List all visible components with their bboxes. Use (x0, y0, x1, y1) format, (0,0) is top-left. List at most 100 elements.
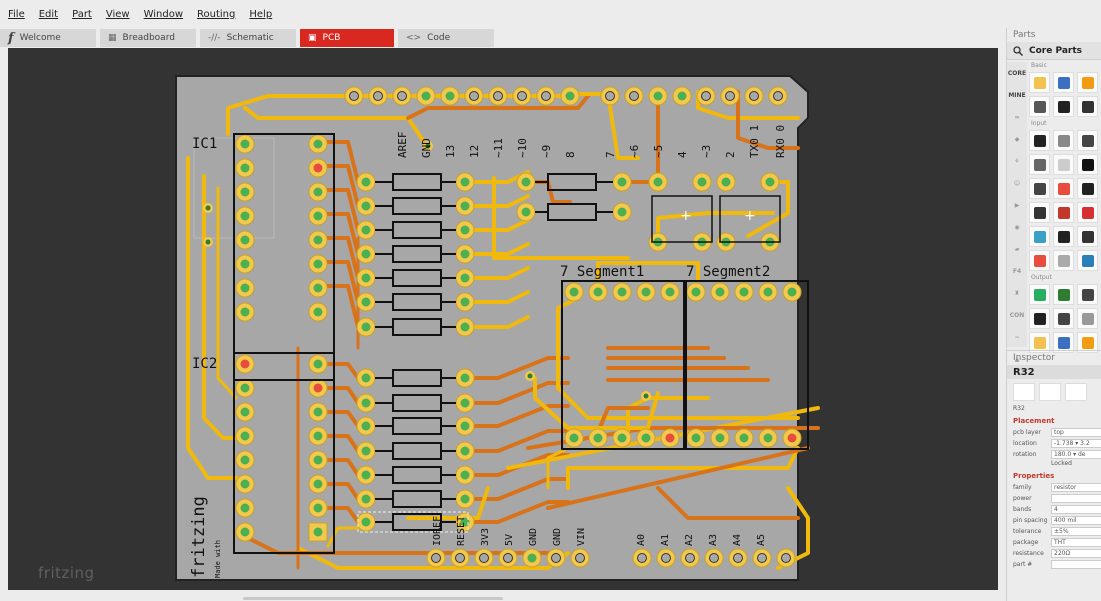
menu-view[interactable]: View (106, 9, 130, 20)
part-glyph (1033, 134, 1046, 147)
part-thumbnail-icon[interactable] (1077, 226, 1098, 247)
tab-pcb[interactable]: ▣ PCB (300, 29, 394, 47)
property-value-field[interactable]: resistor (1051, 483, 1101, 492)
part-thumbnail-icon[interactable] (1029, 250, 1050, 271)
pad-hole (240, 211, 250, 221)
part-thumbnail-icon[interactable] (1029, 284, 1050, 305)
property-value-field[interactable]: -1.738 ▾ 3.2 (1051, 439, 1101, 448)
part-thumbnail-icon[interactable] (1077, 250, 1098, 271)
property-key: location (1013, 440, 1037, 447)
menu-file[interactable]: File (8, 9, 25, 20)
part-thumbnail-icon[interactable] (1029, 154, 1050, 175)
part-thumbnail-icon[interactable] (1053, 226, 1074, 247)
parts-bin-tab[interactable]: MINE (1007, 84, 1027, 106)
pad-hole (313, 383, 323, 393)
part-thumbnail-icon[interactable] (1077, 284, 1098, 305)
pad-hole (460, 446, 470, 456)
search-icon[interactable] (1013, 45, 1023, 56)
property-value-field[interactable]: ±5% (1051, 527, 1101, 536)
part-thumbnail-icon[interactable] (1029, 178, 1050, 199)
part-thumbnail-icon[interactable] (1077, 178, 1098, 199)
parts-bin-tab[interactable]: ▶ (1007, 194, 1027, 216)
header-hole (749, 91, 759, 101)
part-thumbnail-icon[interactable] (1053, 284, 1074, 305)
header-pin-label: A5 (756, 534, 767, 546)
breadboard-image (1013, 383, 1035, 401)
parts-search-bar[interactable]: Core Parts (1007, 42, 1101, 60)
property-value-field[interactable]: top (1051, 428, 1101, 437)
part-thumbnail-icon[interactable] (1077, 154, 1098, 175)
part-thumbnail-icon[interactable] (1029, 202, 1050, 223)
part-thumbnail-icon[interactable] (1053, 72, 1074, 93)
part-thumbnail-icon[interactable] (1029, 72, 1050, 93)
property-row: family resistor (1007, 482, 1101, 493)
part-thumbnail-icon[interactable] (1029, 226, 1050, 247)
part-thumbnail-icon[interactable] (1053, 250, 1074, 271)
parts-bin-tab[interactable]: F4 (1007, 260, 1027, 282)
pcb-board-drawing[interactable]: + + IC1 IC2 7 Segment1 7 Segment2 AREF GND 13 12 ~… (8, 48, 998, 590)
part-glyph (1081, 206, 1094, 219)
part-thumbnail-icon[interactable] (1053, 154, 1074, 175)
tab-welcome[interactable]: f Welcome (0, 29, 96, 47)
parts-bin-tab[interactable]: ~ (1007, 326, 1027, 348)
parts-bin-tab[interactable]: ◆ (1007, 128, 1027, 150)
menu-part[interactable]: Part (72, 9, 92, 20)
parts-bin-tab[interactable]: ☺ (1007, 172, 1027, 194)
horizontal-scrollbar[interactable] (8, 591, 998, 601)
property-value-field[interactable]: 4 (1051, 505, 1101, 514)
part-thumbnail-icon[interactable] (1077, 96, 1098, 117)
header-pin-label: TX0 1 (748, 125, 761, 158)
menu-edit[interactable]: Edit (39, 9, 58, 20)
header-hole (575, 553, 585, 563)
part-glyph (1057, 158, 1070, 171)
header-pin-label: GND (552, 528, 563, 546)
parts-bin-tab[interactable]: ▰ (1007, 238, 1027, 260)
part-glyph (1081, 288, 1094, 301)
part-thumbnail-icon[interactable] (1077, 130, 1098, 151)
property-value-field[interactable] (1051, 494, 1101, 503)
parts-bin-tab[interactable]: ◉ (1007, 216, 1027, 238)
property-value-field[interactable]: THT (1051, 538, 1101, 547)
property-value-field[interactable] (1051, 560, 1101, 569)
scrollbar-thumb[interactable] (243, 597, 503, 600)
header-hole (517, 91, 527, 101)
tab-breadboard[interactable]: ▦ Breadboard (100, 29, 196, 47)
tab-code[interactable]: <> Code (398, 29, 494, 47)
pad-hole (361, 421, 371, 431)
parts-bin-tab[interactable]: ♜ (1007, 282, 1027, 304)
part-thumbnail-icon[interactable] (1077, 72, 1098, 93)
pcb-canvas[interactable]: + + IC1 IC2 7 Segment1 7 Segment2 AREF GND 13 12 ~… (8, 48, 998, 590)
part-thumbnail-icon[interactable] (1053, 202, 1074, 223)
part-thumbnail-icon[interactable] (1053, 130, 1074, 151)
menu-help[interactable]: Help (249, 9, 272, 20)
menu-routing[interactable]: Routing (197, 9, 235, 20)
via-hole (527, 373, 533, 379)
menu-window[interactable]: Window (144, 9, 183, 20)
part-thumbnail-icon[interactable] (1053, 308, 1074, 329)
locked-checkbox[interactable]: Locked (1007, 460, 1101, 470)
part-thumbnail-icon[interactable] (1077, 202, 1098, 223)
part-thumbnail-icon[interactable] (1029, 130, 1050, 151)
parts-bin-tab[interactable]: ∞ (1007, 106, 1027, 128)
tab-schematic[interactable]: -//- Schematic (200, 29, 296, 47)
property-row: part # (1007, 559, 1101, 570)
property-value-field[interactable]: 400 mil (1051, 516, 1101, 525)
part-glyph (1057, 230, 1070, 243)
part-thumbnail-icon[interactable] (1053, 96, 1074, 117)
parts-bin-tab[interactable]: CORE (1007, 62, 1027, 84)
parts-bin-tab[interactable]: CON (1007, 304, 1027, 326)
property-value-field[interactable]: 180.0 ▾ de (1051, 450, 1101, 459)
parts-panel-title: Parts (1013, 30, 1036, 40)
part-thumbnail-icon[interactable] (1029, 308, 1050, 329)
header-hole (349, 91, 359, 101)
property-value-field[interactable]: 220Ω (1051, 549, 1101, 558)
part-thumbnail-icon[interactable] (1029, 96, 1050, 117)
part-thumbnail-icon[interactable] (1077, 308, 1098, 329)
header-pin-label: A2 (684, 534, 695, 546)
parts-bin-tab[interactable]: ⚘ (1007, 150, 1027, 172)
header-pin-label: A3 (708, 534, 719, 546)
plus-symbol: + (744, 208, 756, 224)
header-hole (605, 91, 615, 101)
part-glyph (1033, 158, 1046, 171)
part-thumbnail-icon[interactable] (1053, 178, 1074, 199)
